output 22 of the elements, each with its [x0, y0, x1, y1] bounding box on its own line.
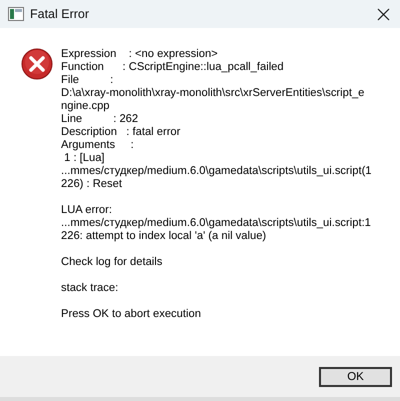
- message-line: Check log for details: [61, 256, 164, 269]
- message-line: ...mmes/студкер/medium.6.0\gamedata\scripts\utils_ui.script(1: [61, 165, 372, 178]
- message-line: File :: [61, 74, 114, 87]
- message-line: D:\a\xray-monolith\xray-monolith\src\xrServerEntities\script_e: [61, 87, 366, 100]
- ok-button[interactable]: OK: [319, 366, 392, 386]
- message-line: stack trace:: [61, 282, 120, 295]
- window-icon: [8, 7, 24, 21]
- close-icon[interactable]: [377, 8, 390, 20]
- message-line: Description : fatal error: [61, 126, 182, 139]
- message-line: 226) : Reset: [61, 178, 123, 191]
- error-icon: [21, 48, 53, 80]
- window-title: Fatal Error: [30, 7, 90, 21]
- message-line: Line : 262: [61, 113, 140, 126]
- message-line: Function : CScriptEngine::lua_pcall_failed: [61, 61, 285, 74]
- message-line: 1 : [Lua]: [63, 152, 106, 165]
- message-line: ...mmes/студкер/medium.6.0\gamedata\scripts\utils_ui.script:1: [61, 217, 372, 230]
- message-line: LUA error:: [61, 204, 113, 217]
- message-line: Press OK to abort execution: [61, 308, 202, 321]
- message-line: 226: attempt to index local 'a' (a nil value): [61, 230, 268, 243]
- message-line: Arguments :: [61, 139, 135, 152]
- message-line: Expression : <no expression>: [61, 48, 219, 61]
- message-line: ngine.cpp: [61, 100, 111, 113]
